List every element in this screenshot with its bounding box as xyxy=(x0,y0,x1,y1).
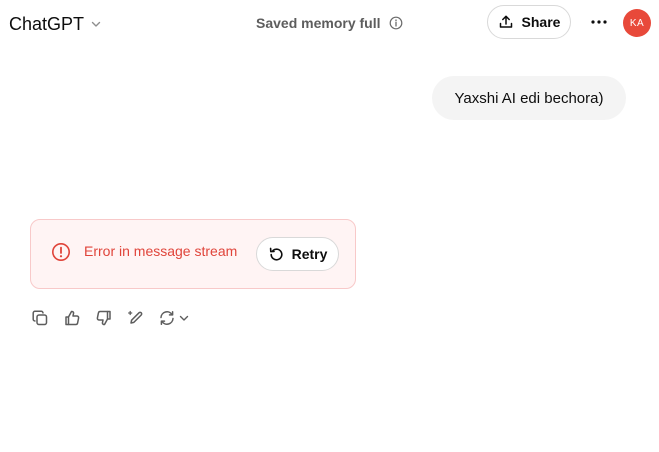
model-selector[interactable]: ChatGPT xyxy=(9,12,102,36)
retry-label: Retry xyxy=(291,246,328,262)
thumbs-up-icon xyxy=(63,309,81,327)
rotate-ccw-icon xyxy=(268,246,285,263)
chevron-down-icon xyxy=(90,18,102,30)
edit-in-canvas-button[interactable] xyxy=(126,308,146,328)
error-banner: Error in message stream Retry xyxy=(30,219,356,289)
message-actions xyxy=(30,307,190,329)
edit-pencil-icon xyxy=(127,309,145,327)
share-label: Share xyxy=(521,14,561,30)
user-message-text: Yaxshi AI edi bechora) xyxy=(454,89,604,107)
info-icon[interactable] xyxy=(389,16,403,30)
regenerate-button[interactable] xyxy=(158,309,190,327)
avatar[interactable]: KA xyxy=(623,9,651,37)
copy-icon xyxy=(31,309,49,327)
chevron-down-icon xyxy=(178,312,190,324)
error-message: Error in message stream xyxy=(84,243,238,259)
memory-status[interactable]: Saved memory full xyxy=(256,13,403,33)
alert-circle-icon xyxy=(51,242,71,262)
share-button[interactable]: Share xyxy=(487,5,571,39)
copy-button[interactable] xyxy=(30,308,50,328)
more-horizontal-icon xyxy=(591,20,607,24)
upload-icon xyxy=(498,14,514,30)
refresh-icon xyxy=(158,309,176,327)
model-name: ChatGPT xyxy=(9,13,85,34)
thumbs-down-button[interactable] xyxy=(94,308,114,328)
thumbs-up-button[interactable] xyxy=(62,308,82,328)
chat-page: ChatGPT Saved memory full Share KA Yaxsh… xyxy=(0,0,659,452)
user-message-bubble: Yaxshi AI edi bechora) xyxy=(432,76,626,120)
retry-button[interactable]: Retry xyxy=(256,237,339,271)
more-options-button[interactable] xyxy=(587,10,611,34)
memory-status-label: Saved memory full xyxy=(256,15,381,31)
thumbs-down-icon xyxy=(95,309,113,327)
